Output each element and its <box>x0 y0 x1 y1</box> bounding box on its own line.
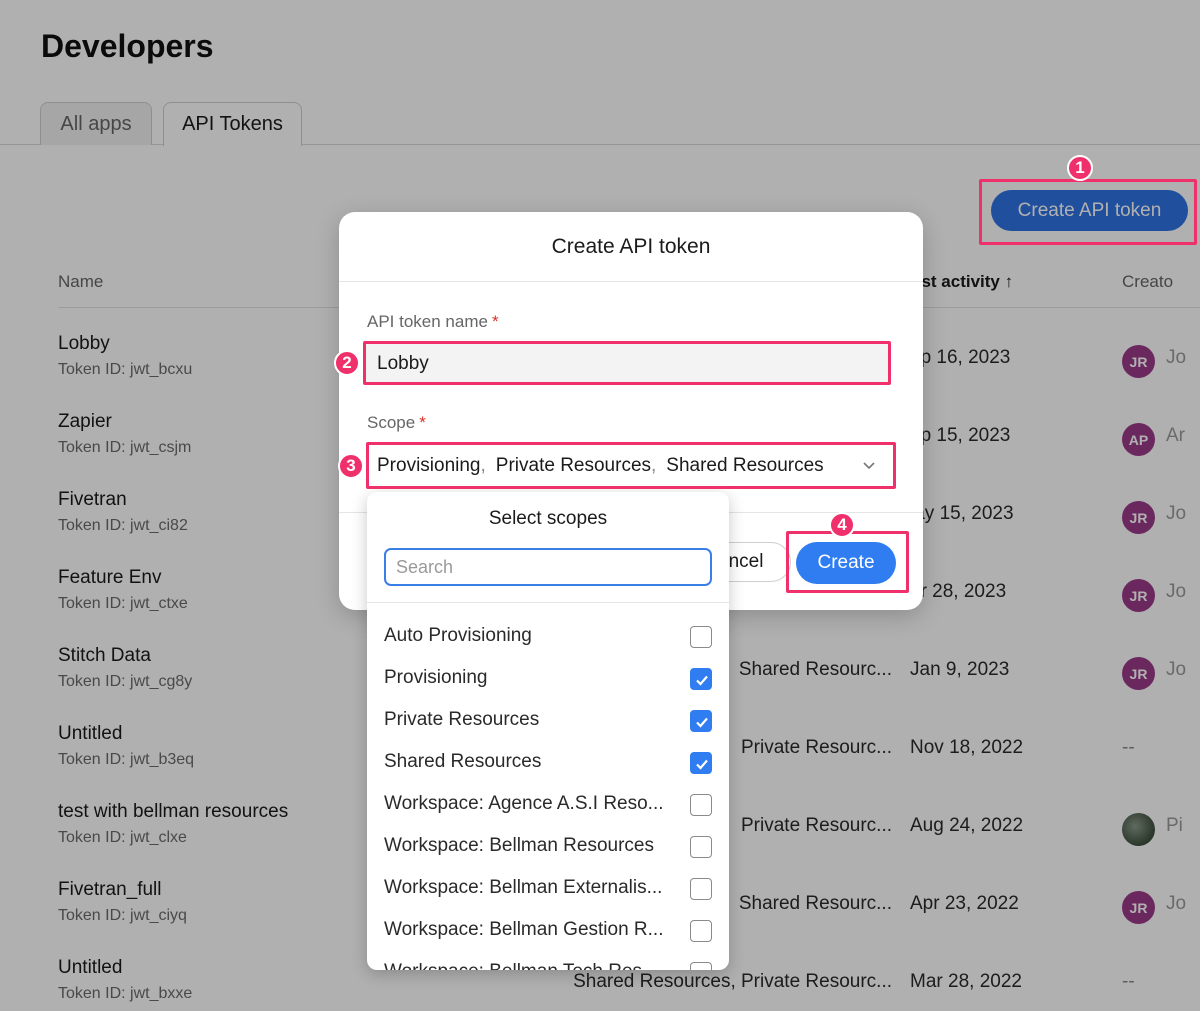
scope-option-label: Workspace: Bellman Tech Res... <box>384 961 674 970</box>
scope-option[interactable]: Workspace: Bellman Tech Res... <box>367 951 729 970</box>
scope-checkbox[interactable] <box>690 752 712 774</box>
highlight-create-token <box>979 179 1197 245</box>
scope-option[interactable]: Shared Resources <box>367 741 729 783</box>
scope-checkbox[interactable] <box>690 626 712 648</box>
scope-option-label: Private Resources <box>384 709 540 730</box>
step-badge-4: 4 <box>829 512 855 538</box>
step-badge-1: 1 <box>1067 155 1093 181</box>
highlight-create-button <box>786 531 909 593</box>
dropdown-title: Select scopes <box>488 508 608 529</box>
scope-checkbox[interactable] <box>690 962 712 970</box>
modal-title: Create API token <box>339 212 923 282</box>
scope-option-label: Shared Resources <box>384 751 542 772</box>
scope-option[interactable]: Workspace: Bellman Resources <box>367 825 729 867</box>
scope-option-label: Workspace: Bellman Gestion R... <box>384 919 664 940</box>
developers-page: Developers All apps API Tokens Create AP… <box>0 0 1200 1011</box>
scope-option[interactable]: Private Resources <box>367 699 729 741</box>
scope-option[interactable]: Provisioning <box>367 657 729 699</box>
scope-option-label: Workspace: Bellman Resources <box>384 835 654 856</box>
scope-option-label: Workspace: Agence A.S.I Reso... <box>384 793 664 814</box>
scope-checkbox[interactable] <box>690 710 712 732</box>
scope-option-label: Workspace: Bellman Externalis... <box>384 877 663 898</box>
scope-checkbox[interactable] <box>690 878 712 900</box>
scope-option[interactable]: Workspace: Agence A.S.I Reso... <box>367 783 729 825</box>
required-mark: * <box>491 312 499 331</box>
checkmark-icon <box>696 675 708 686</box>
scope-search-input[interactable] <box>384 548 712 586</box>
step-badge-2: 2 <box>334 350 360 376</box>
scope-option[interactable]: Workspace: Bellman Gestion R... <box>367 909 729 951</box>
step-badge-3: 3 <box>338 453 364 479</box>
scope-checkbox[interactable] <box>690 836 712 858</box>
scope-option[interactable]: Workspace: Bellman Externalis... <box>367 867 729 909</box>
token-name-label-text: API token name <box>367 312 488 331</box>
scope-checkbox[interactable] <box>690 668 712 690</box>
scope-option-label: Auto Provisioning <box>384 625 532 646</box>
scope-checkbox[interactable] <box>690 920 712 942</box>
highlight-token-name <box>363 341 891 385</box>
highlight-scope <box>366 442 896 489</box>
scope-label: Scope * <box>367 413 426 433</box>
scope-label-text: Scope <box>367 413 416 432</box>
scope-option[interactable]: Auto Provisioning <box>367 615 729 657</box>
checkmark-icon <box>696 717 708 728</box>
token-name-label: API token name * <box>367 312 499 332</box>
dropdown-divider <box>367 602 729 603</box>
scope-checkbox[interactable] <box>690 794 712 816</box>
scope-dropdown: Select scopes Auto Provisioning Provision… <box>367 492 729 970</box>
scope-option-label: Provisioning <box>384 667 488 688</box>
checkmark-icon <box>696 759 708 770</box>
required-mark: * <box>419 413 426 432</box>
